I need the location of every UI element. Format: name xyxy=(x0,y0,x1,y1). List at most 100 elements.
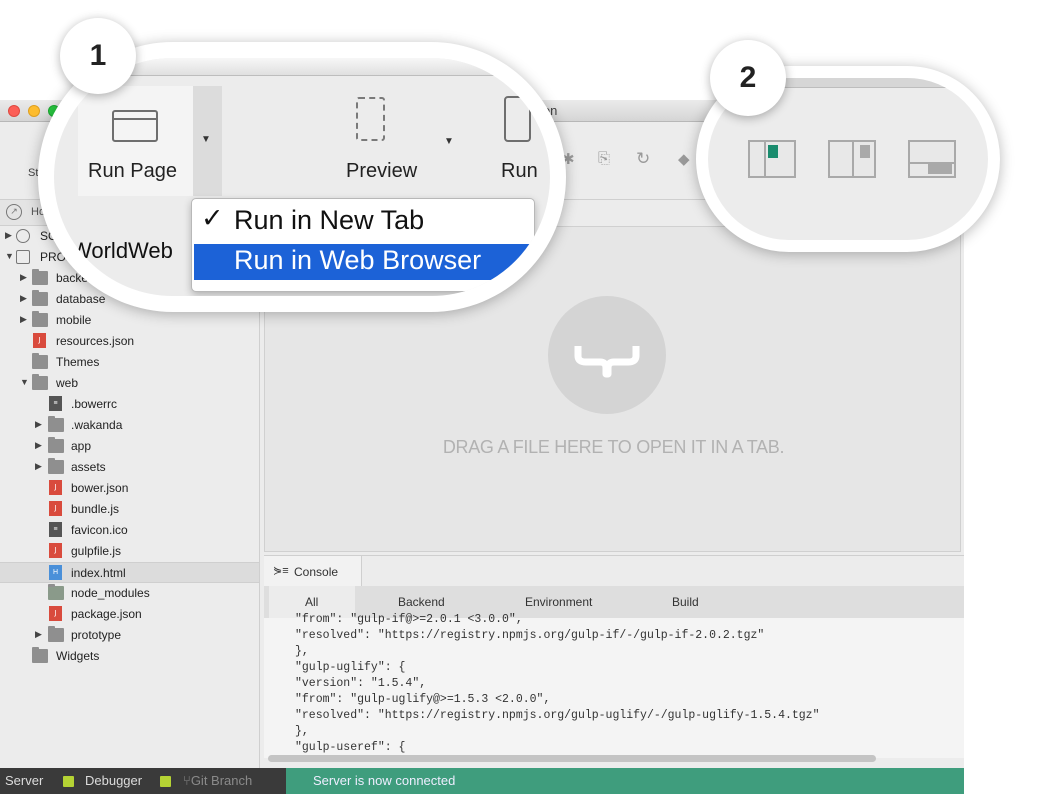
collapsed-arrow-icon[interactable]: ▶ xyxy=(35,629,42,640)
tree-item[interactable]: ≡ .bowerrc xyxy=(0,394,259,415)
text-file-icon: ≡ xyxy=(49,396,62,411)
compass-icon[interactable]: ↗ xyxy=(6,204,22,220)
tree-item-label: mobile xyxy=(56,313,92,327)
folder-icon xyxy=(48,626,64,642)
console-tab[interactable]: ⋟≡ Console xyxy=(264,556,362,586)
tree-item[interactable]: ▶ mobile xyxy=(0,310,259,331)
tree-item-label: .bowerrc xyxy=(71,397,118,411)
collapsed-arrow-icon[interactable]: ▶ xyxy=(20,293,27,304)
json-file-icon: J xyxy=(49,606,62,621)
js-file-icon: J xyxy=(49,501,62,516)
json-file-icon: J xyxy=(33,333,46,348)
folder-icon xyxy=(32,647,48,663)
server-status-label[interactable]: Server xyxy=(5,773,43,788)
tree-item-label: index.html xyxy=(71,566,126,580)
menu-item-run-in-new-tab[interactable]: ✓ Run in New Tab xyxy=(194,203,532,240)
project-icon xyxy=(16,250,30,264)
console-line: }, xyxy=(295,645,309,658)
layout-right-icon xyxy=(860,145,870,158)
step-badge-1: 1 xyxy=(60,18,136,94)
browser-window-icon xyxy=(112,110,158,142)
refresh-icon[interactable]: ↻ xyxy=(636,149,650,169)
menu-item-run-in-web-browser[interactable]: Run in Web Browser xyxy=(194,244,532,280)
collapsed-arrow-icon[interactable]: ▶ xyxy=(20,314,27,325)
mobile-device-icon xyxy=(504,96,531,142)
console-line: "version": "1.5.4", xyxy=(295,677,427,690)
node-modules-icon xyxy=(48,584,64,600)
subtab-all-label: All xyxy=(305,595,319,609)
tree-item-label: database xyxy=(56,292,106,306)
tree-item[interactable]: ▶ assets xyxy=(0,457,259,478)
tree-item[interactable]: Jresources.json xyxy=(0,331,259,352)
connection-status-message: Server is now connected xyxy=(286,768,964,794)
minimize-window-button[interactable] xyxy=(28,105,40,117)
tree-item-label: package.json xyxy=(71,607,142,621)
expanded-arrow-icon[interactable]: ▼ xyxy=(5,251,14,261)
collapsed-arrow-icon[interactable]: ▶ xyxy=(5,230,12,241)
server-status-indicator xyxy=(63,776,74,787)
layout-right-panel-button[interactable] xyxy=(828,140,876,178)
tree-item[interactable]: ▶ prototype xyxy=(0,625,259,646)
tree-item[interactable]: ▼ web xyxy=(0,373,259,394)
console-line: }, xyxy=(295,725,309,738)
debugger-status-indicator xyxy=(160,776,171,787)
console-line: "resolved": "https://registry.npmjs.org/… xyxy=(295,709,820,722)
tree-item[interactable]: Jbower.json xyxy=(0,478,259,499)
tree-item[interactable]: Jgulpfile.js xyxy=(0,541,259,562)
collapsed-arrow-icon[interactable]: ▶ xyxy=(20,272,27,283)
js-file-icon: J xyxy=(49,543,62,558)
connection-status-text: Server is now connected xyxy=(313,773,456,788)
run-page-dropdown-button[interactable]: ▼ xyxy=(193,86,222,196)
export-icon[interactable]: ⎘ xyxy=(598,150,610,167)
tree-item[interactable]: Hindex.html xyxy=(0,562,259,583)
git-icon[interactable]: ◆ xyxy=(678,150,690,168)
run-page-button[interactable]: Run Page xyxy=(78,86,209,196)
subtab-build[interactable]: Build xyxy=(672,595,699,609)
tree-item[interactable]: node_modules xyxy=(0,583,259,604)
git-branch-label[interactable]: ⑂Git Branch xyxy=(183,773,252,788)
debugger-status-label[interactable]: Debugger xyxy=(85,773,142,788)
run-button[interactable]: Run xyxy=(476,86,550,196)
collapsed-arrow-icon[interactable]: ▶ xyxy=(35,419,42,430)
collapsed-arrow-icon[interactable]: ▶ xyxy=(35,461,42,472)
preview-button[interactable]: Preview ▼ xyxy=(316,86,454,196)
folder-icon xyxy=(48,437,64,453)
layout-left-active-icon xyxy=(768,145,778,158)
tree-item[interactable]: Jbundle.js xyxy=(0,499,259,520)
collapsed-arrow-icon[interactable]: ▶ xyxy=(35,440,42,451)
console-line: "gulp-uglify": { xyxy=(295,661,406,674)
subtab-environment[interactable]: Environment xyxy=(525,595,592,609)
run-page-label: Run Page xyxy=(88,160,177,182)
layout-bottom-icon xyxy=(928,164,952,174)
tree-item-label: web xyxy=(56,376,79,390)
tree-item-label: gulpfile.js xyxy=(71,544,122,558)
project-name: WorldWeb xyxy=(71,238,173,263)
layout-bottom-panel-button[interactable] xyxy=(908,140,956,178)
json-file-icon: J xyxy=(49,480,62,495)
layout-left-panel-button[interactable] xyxy=(748,140,796,178)
close-window-button[interactable] xyxy=(8,105,20,117)
tree-item-label: Themes xyxy=(56,355,100,369)
tree-item-label: Widgets xyxy=(56,649,100,663)
console-horizontal-scrollbar[interactable] xyxy=(268,755,876,762)
tree-item[interactable]: ▶ app xyxy=(0,436,259,457)
zoom-callout-run-menu-content: Run Page ▼ Preview ▼ Run WorldWeb ✓ Run … xyxy=(54,58,550,296)
tree-item[interactable]: Jpackage.json xyxy=(0,604,259,625)
console-tab-label: Console xyxy=(294,565,339,579)
tree-item[interactable]: ▶ .wakanda xyxy=(0,415,259,436)
tree-item[interactable]: Themes xyxy=(0,352,259,373)
expanded-arrow-icon[interactable]: ▼ xyxy=(20,377,29,387)
console-output[interactable]: "from": "gulp-if@>=2.0.1 <3.0.0", "resol… xyxy=(264,613,964,758)
branch-icon: ⑂ xyxy=(183,773,191,788)
subtab-backend[interactable]: Backend xyxy=(398,595,445,609)
folder-icon xyxy=(32,290,48,306)
wakanda-logo-icon xyxy=(548,296,666,414)
toolbar-label: St xyxy=(28,167,39,179)
folder-icon xyxy=(32,353,48,369)
tree-item[interactable]: Widgets xyxy=(0,646,259,667)
console-line: "resolved": "https://registry.npmjs.org/… xyxy=(295,629,765,642)
tree-item[interactable]: ≡ favicon.ico xyxy=(0,520,259,541)
tree-item-label: resources.json xyxy=(56,334,135,348)
tree-item-label: .wakanda xyxy=(71,418,123,432)
console-line: "gulp-useref": { xyxy=(295,741,406,754)
